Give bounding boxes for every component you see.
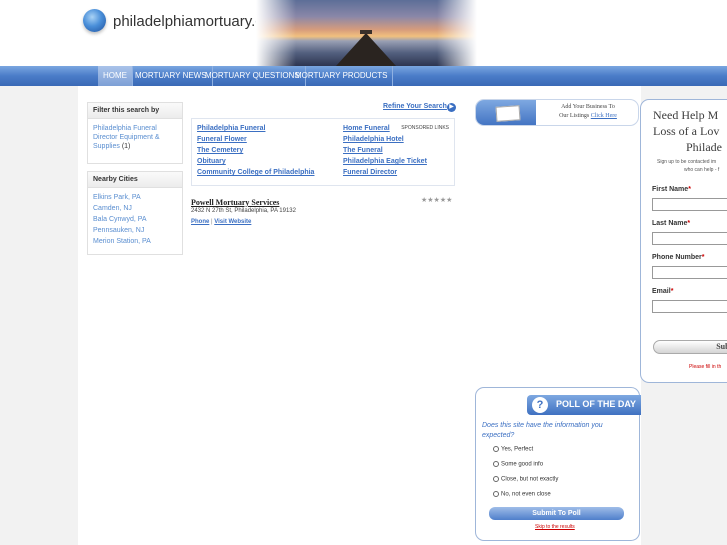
dock-end <box>360 30 372 34</box>
site-header: philadelphiamortuary.com <box>0 0 727 66</box>
help-title: Need Help M Loss of a Lov Philade <box>653 107 727 155</box>
poll-title: POLL OF THE DAY <box>556 399 637 409</box>
radio-icon[interactable] <box>493 461 499 467</box>
help-subtitle: Sign up to be contacted im who can help … <box>657 158 719 174</box>
nearby-title: Nearby Cities <box>88 172 182 188</box>
banner-graphic <box>476 100 536 125</box>
filter-body: Philadelphia Funeral Director Equipment … <box>88 119 182 156</box>
help-sub-line2: who can help - f <box>684 167 720 173</box>
ad-link[interactable]: Funeral Director <box>343 169 397 176</box>
city-link[interactable]: Bala Cynwyd, PA <box>93 215 177 224</box>
submit-poll-button[interactable]: Submit To Poll <box>489 507 624 520</box>
sponsored-label: SPONSORED LINKS <box>401 125 449 131</box>
link-separator: | <box>211 219 213 225</box>
ad-link[interactable]: Philadelphia Hotel <box>343 136 404 143</box>
radio-icon[interactable] <box>493 491 499 497</box>
poll-question: Does this site have the information you … <box>482 422 603 439</box>
poll-header: ? POLL OF THE DAY <box>527 395 641 415</box>
first-name-label: First Name* <box>652 186 691 193</box>
skip-results-link[interactable]: Skip to the results <box>535 524 575 530</box>
ad-link[interactable]: The Cemetery <box>197 147 243 154</box>
sponsored-links-box: SPONSORED LINKS Philadelphia Funeral Fun… <box>191 118 455 186</box>
nav-home[interactable]: HOME <box>98 66 133 86</box>
ad-link[interactable]: Philadelphia Eagle Ticket <box>343 158 427 165</box>
ad-link[interactable]: Obituary <box>197 158 226 165</box>
rating-stars-icon: ★★★★★ <box>421 197 453 204</box>
nav-mortuary-products[interactable]: MORTUARY PRODUCTS <box>290 66 394 86</box>
click-here-link[interactable]: Click Here <box>591 113 617 119</box>
refine-search-link[interactable]: Refine Your Search <box>383 103 447 110</box>
filter-box: Filter this search by Philadelphia Funer… <box>87 102 183 164</box>
first-name-field[interactable] <box>652 198 727 211</box>
photo-fade-right <box>437 0 477 66</box>
ad-link[interactable]: Home Funeral <box>343 125 390 132</box>
filter-item-count: (1) <box>121 143 131 150</box>
last-name-label: Last Name* <box>652 220 691 227</box>
city-link[interactable]: Pennsauken, NJ <box>93 226 177 235</box>
photo-fade-left <box>256 0 296 66</box>
logo-icon[interactable] <box>83 9 106 32</box>
header-photo <box>256 0 477 66</box>
listing-links: Phone | Visit Website <box>191 219 251 225</box>
help-title-line3: Philade <box>686 140 722 154</box>
submit-button[interactable]: Subn <box>653 340 727 354</box>
ad-link[interactable]: Philadelphia Funeral <box>197 125 265 132</box>
poll-option[interactable]: Some good info <box>493 461 543 468</box>
listing-name[interactable]: Powell Mortuary Services <box>191 198 279 207</box>
help-form: Need Help M Loss of a Lov Philade Sign u… <box>640 99 727 383</box>
ad-link[interactable]: Funeral Flower <box>197 136 247 143</box>
nearby-list: Elkins Park, PA Camden, NJ Bala Cynwyd, … <box>88 188 182 253</box>
banner-text: Add Your Business To Our Listings Click … <box>538 103 638 121</box>
ad-link[interactable]: Community College of Philadelphia <box>197 169 314 176</box>
question-icon: ? <box>532 397 548 413</box>
email-label: Email* <box>652 288 674 295</box>
visit-website-link[interactable]: Visit Website <box>214 219 251 225</box>
listing-address: 2432 N 27th St, Philadelphia, PA 19132 <box>191 208 296 214</box>
poll-option[interactable]: Close, but not exactly <box>493 476 558 483</box>
phone-link[interactable]: Phone <box>191 219 209 225</box>
radio-icon[interactable] <box>493 446 499 452</box>
main-nav: HOME MORTUARY NEWS MORTUARY QUESTIONS MO… <box>0 66 727 86</box>
help-title-line2: Loss of a Lov <box>653 124 720 138</box>
last-name-field[interactable] <box>652 232 727 245</box>
ad-link[interactable]: The Funeral <box>343 147 383 154</box>
poll-option[interactable]: No, not even close <box>493 491 551 498</box>
poll-option[interactable]: Yes, Perfect <box>493 446 533 453</box>
city-link[interactable]: Merion Station, PA <box>93 237 177 246</box>
required-note: Please fill in th <box>689 364 722 370</box>
filter-title: Filter this search by <box>88 103 182 119</box>
banner-line2: Our Listings Click Here <box>559 113 617 119</box>
dock-shape <box>336 33 396 66</box>
help-sub-line1: Sign up to be contacted im <box>657 159 717 165</box>
poll-box: ? POLL OF THE DAY Does this site have th… <box>475 387 641 541</box>
banner-line1: Add Your Business To <box>561 104 615 110</box>
business-card-icon <box>495 105 521 122</box>
arrow-right-icon[interactable]: ▶ <box>447 103 456 112</box>
help-title-line1: Need Help M <box>653 108 719 122</box>
city-link[interactable]: Camden, NJ <box>93 204 177 213</box>
radio-icon[interactable] <box>493 476 499 482</box>
add-business-banner[interactable]: Add Your Business To Our Listings Click … <box>475 99 639 126</box>
city-link[interactable]: Elkins Park, PA <box>93 193 177 202</box>
nearby-cities-box: Nearby Cities Elkins Park, PA Camden, NJ… <box>87 171 183 255</box>
email-field[interactable] <box>652 300 727 313</box>
phone-field[interactable] <box>652 266 727 279</box>
phone-label: Phone Number* <box>652 254 705 261</box>
